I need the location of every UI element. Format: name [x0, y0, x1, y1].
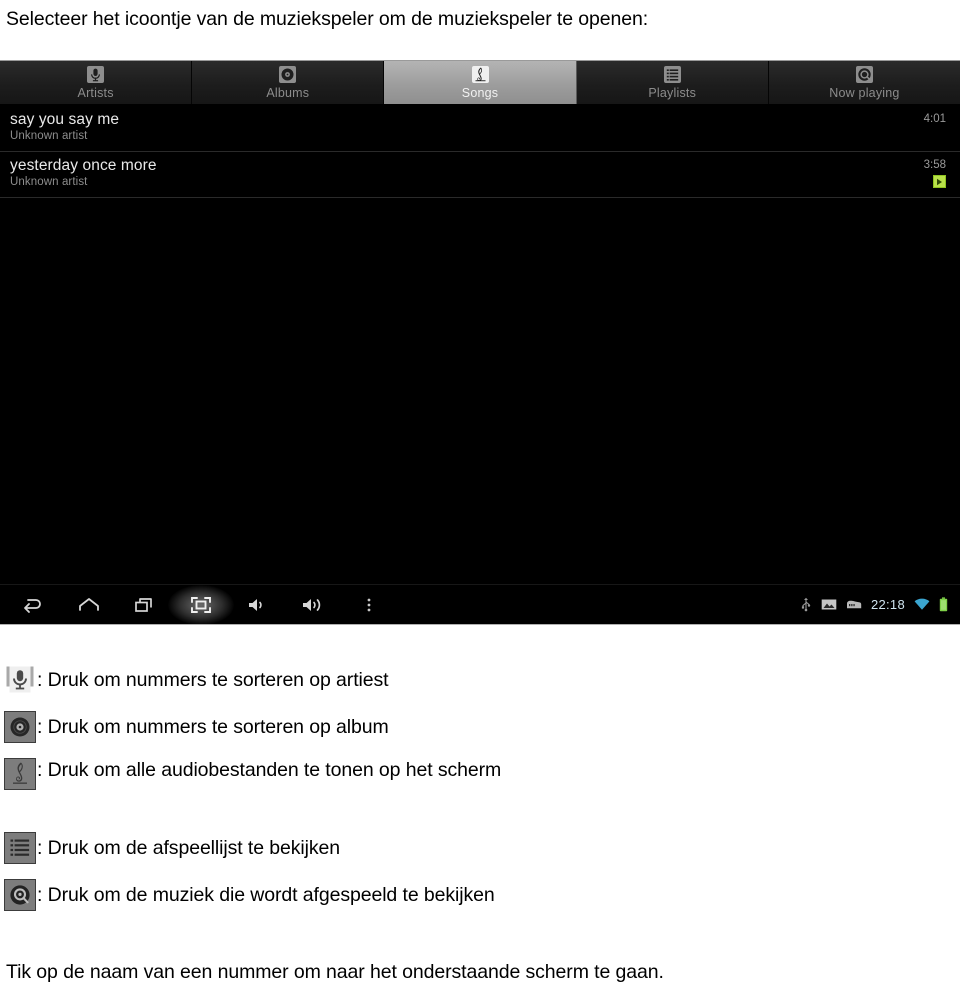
home-icon[interactable]: [74, 590, 104, 620]
tab-label: Albums: [266, 86, 310, 100]
song-duration: 3:58: [923, 159, 946, 171]
document-page: Selecteer het icoontje van de muziekspel…: [0, 0, 960, 992]
tab-label: Artists: [77, 86, 114, 100]
song-list: say you say me Unknown artist 4:01 yeste…: [0, 106, 960, 198]
song-artist: Unknown artist: [10, 176, 88, 188]
system-navigation-bar: 22:18: [0, 584, 960, 624]
tablet-screenshot: Artists Albums Songs Playlists Now playi…: [0, 60, 960, 625]
song-meta: 3:58: [924, 156, 946, 188]
tab-label: Playlists: [648, 86, 697, 100]
legend-label: : Druk om alle audiobestanden te tonen o…: [37, 759, 502, 781]
closing-instruction: Tik op de naam van een nummer om naar he…: [6, 961, 664, 983]
status-clock: 22:18: [870, 597, 905, 612]
vinyl-record-icon: [4, 711, 36, 743]
list-icon: [4, 832, 36, 864]
tab-label: Now playing: [829, 86, 900, 100]
headphone-disc-icon: [4, 879, 36, 911]
tab-playlists[interactable]: Playlists: [576, 61, 769, 104]
wifi-icon: [914, 598, 930, 611]
tab-now-playing[interactable]: Now playing: [768, 61, 960, 104]
table-row[interactable]: say you say me Unknown artist 4:01: [0, 106, 960, 152]
legend-label: : Druk om nummers te sorteren op artiest: [37, 669, 389, 691]
page-title: Selecteer het icoontje van de muziekspel…: [6, 8, 649, 30]
treble-clef-icon: [4, 758, 36, 790]
vinyl-record-icon: [277, 64, 298, 85]
song-meta: 4:01: [924, 110, 946, 126]
song-title: yesterday once more: [10, 157, 157, 174]
table-row[interactable]: yesterday once more Unknown artist 3:58: [0, 152, 960, 198]
list-item: : Druk om nummers te sorteren op album: [0, 707, 960, 754]
microphone-icon: [85, 64, 106, 85]
song-artist: Unknown artist: [10, 130, 88, 142]
legend-label: : Druk om nummers te sorteren op album: [37, 716, 389, 738]
nav-keys: [0, 584, 384, 624]
song-info: yesterday once more Unknown artist: [10, 156, 157, 190]
icon-legend: : Druk om nummers te sorteren op artiest…: [0, 660, 960, 922]
tab-artists[interactable]: Artists: [0, 61, 193, 104]
volume-down-icon[interactable]: [242, 590, 272, 620]
legend-label: : Druk om de afspeellijst te bekijken: [37, 837, 341, 859]
list-item: : Druk om de muziek die wordt afgespeeld…: [0, 875, 960, 922]
song-info: say you say me Unknown artist: [10, 110, 119, 144]
screenshot-icon[interactable]: [168, 584, 234, 624]
back-icon[interactable]: [18, 590, 48, 620]
overflow-menu-icon[interactable]: [354, 590, 384, 620]
music-tabbar: Artists Albums Songs Playlists Now playi…: [0, 61, 960, 106]
song-duration: 4:01: [923, 113, 946, 125]
list-item: : Druk om alle audiobestanden te tonen o…: [0, 754, 960, 801]
tab-label: Songs: [461, 86, 499, 100]
recents-icon[interactable]: [130, 590, 160, 620]
battery-icon: [939, 597, 948, 612]
list-item: : Druk om nummers te sorteren op artiest: [0, 660, 960, 707]
now-playing-indicator-icon: [933, 175, 946, 188]
microphone-icon: [4, 664, 36, 696]
song-title: say you say me: [10, 111, 120, 128]
sdcard-icon: [846, 599, 862, 611]
list-item: : Druk om de afspeellijst te bekijken: [0, 828, 960, 875]
image-capture-icon: [821, 598, 837, 611]
list-icon: [662, 64, 683, 85]
tab-albums[interactable]: Albums: [192, 61, 385, 104]
legend-label: : Druk om de muziek die wordt afgespeeld…: [37, 884, 495, 906]
headphone-disc-icon: [854, 64, 875, 85]
treble-clef-icon: [470, 64, 491, 85]
volume-up-icon[interactable]: [298, 590, 328, 620]
tab-songs[interactable]: Songs: [384, 61, 577, 104]
status-bar[interactable]: 22:18: [800, 597, 960, 612]
usb-icon: [800, 597, 812, 612]
